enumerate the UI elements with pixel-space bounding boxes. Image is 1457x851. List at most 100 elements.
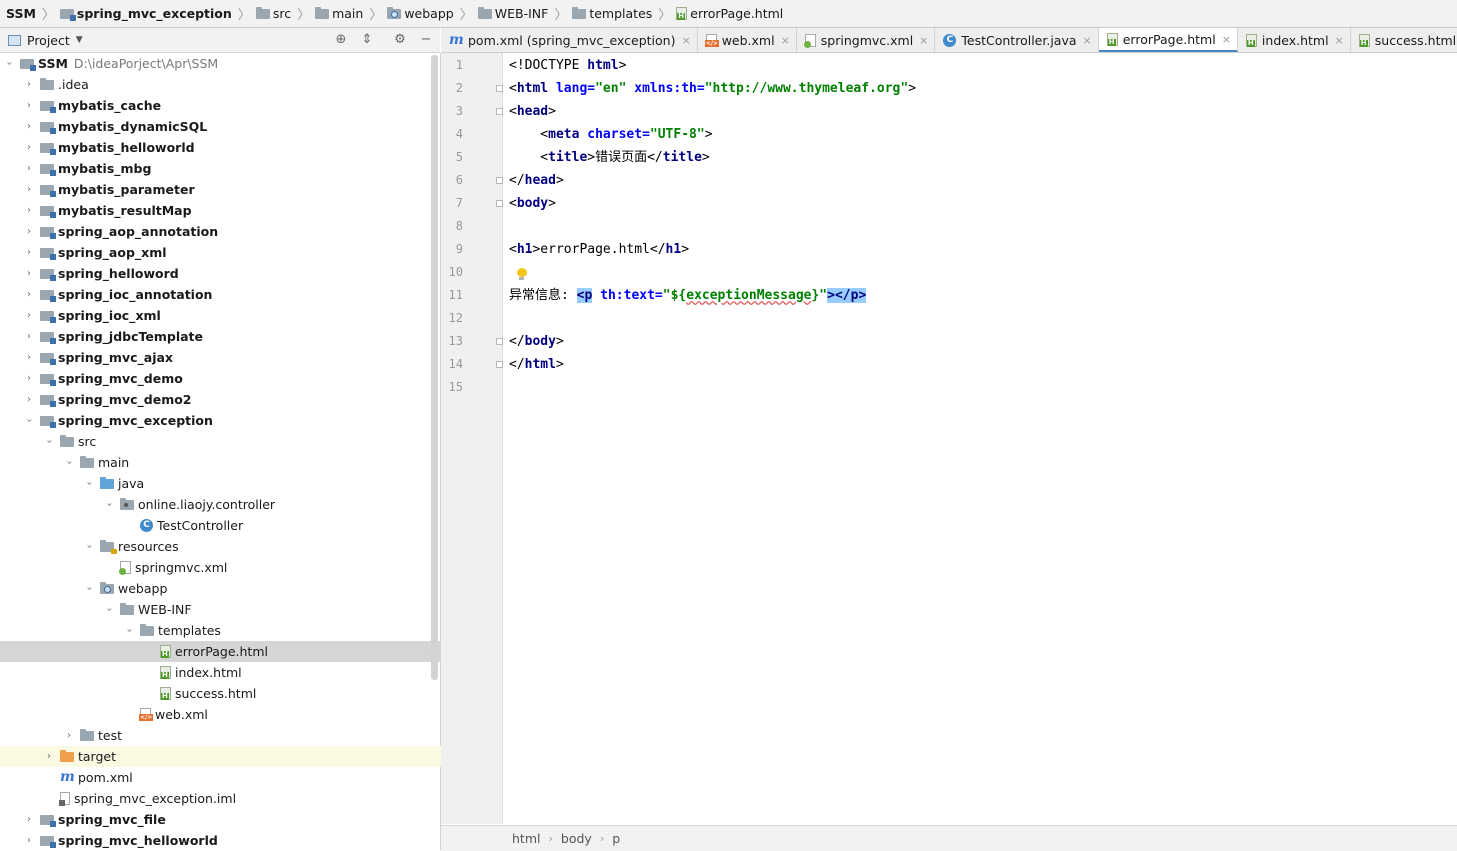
locate-icon[interactable]: ⊕ <box>333 32 349 48</box>
editor-tab[interactable]: web.xml × <box>698 28 797 52</box>
code-token: > <box>701 150 710 165</box>
chevron-down-icon[interactable]: › <box>64 458 75 468</box>
chevron-right-icon[interactable]: › <box>24 835 34 846</box>
tree-item[interactable]: › mybatis_cache <box>0 95 454 116</box>
fold-marker-icon[interactable] <box>496 85 503 92</box>
tree-item[interactable]: › test <box>0 725 494 746</box>
chevron-right-icon[interactable]: › <box>24 247 34 258</box>
chevron-down-icon[interactable]: › <box>24 416 35 426</box>
fold-marker-icon[interactable] <box>496 108 503 115</box>
tree-item[interactable]: › spring_aop_xml <box>0 242 454 263</box>
chevron-right-icon[interactable]: › <box>24 352 34 363</box>
tree-item[interactable]: › mybatis_dynamicSQL <box>0 116 454 137</box>
nav-crumb[interactable]: SSM <box>0 0 40 27</box>
nav-crumb[interactable]: templates <box>569 0 656 27</box>
chevron-right-icon[interactable]: › <box>24 814 34 825</box>
tree-item[interactable]: m pom.xml <box>0 767 474 788</box>
chevron-down-icon[interactable]: › <box>104 500 115 510</box>
tree-item[interactable]: › SSM D:\ideaPorject\Apr\SSM <box>0 53 434 74</box>
chevron-down-icon[interactable]: › <box>124 626 135 636</box>
breadcrumb-item[interactable]: body <box>557 831 596 846</box>
chevron-right-icon[interactable]: › <box>24 394 34 405</box>
chevron-right-icon[interactable]: › <box>24 184 34 195</box>
tree-item[interactable]: › spring_mvc_exception <box>0 410 454 431</box>
chevron-down-icon[interactable]: › <box>84 584 95 594</box>
code-editor[interactable]: <!DOCTYPE html> <html lang="en" xmlns:th=… <box>503 53 1457 824</box>
tree-item[interactable]: › mybatis_mbg <box>0 158 454 179</box>
minimize-icon[interactable]: − <box>418 32 434 48</box>
tree-item[interactable]: › spring_mvc_demo <box>0 368 454 389</box>
nav-crumb[interactable]: webapp <box>384 0 457 27</box>
chevron-right-icon[interactable]: › <box>24 268 34 279</box>
fold-marker-icon[interactable] <box>496 361 503 368</box>
fold-marker-icon[interactable] <box>496 177 503 184</box>
gear-icon[interactable]: ⚙ <box>392 32 408 48</box>
chevron-right-icon[interactable]: › <box>24 226 34 237</box>
tree-item[interactable]: › mybatis_resultMap <box>0 200 454 221</box>
lightbulb-icon[interactable] <box>517 268 527 281</box>
code-token: > <box>681 242 690 257</box>
chevron-right-icon[interactable]: › <box>24 331 34 342</box>
project-view-selector[interactable]: Project ▼ <box>8 33 83 48</box>
tree-item[interactable]: › spring_aop_annotation <box>0 221 454 242</box>
project-tree-scrollbar[interactable] <box>431 55 438 680</box>
module-folder-icon <box>40 100 56 113</box>
chevron-right-icon[interactable]: › <box>64 730 74 741</box>
tree-item[interactable]: › src <box>0 431 474 452</box>
chevron-right-icon[interactable]: › <box>44 751 54 762</box>
tree-item[interactable]: › spring_ioc_annotation <box>0 284 454 305</box>
tree-item[interactable]: › mybatis_parameter <box>0 179 454 200</box>
chevron-down-icon[interactable]: › <box>4 59 15 69</box>
tree-item[interactable]: › spring_mvc_demo2 <box>0 389 454 410</box>
tree-item[interactable]: › spring_ioc_xml <box>0 305 454 326</box>
tree-item[interactable]: spring_mvc_exception.iml <box>0 788 474 809</box>
tree-item[interactable]: › spring_mvc_file <box>0 809 454 830</box>
tree-item[interactable]: › .idea <box>0 74 454 95</box>
editor-tab[interactable]: m pom.xml (spring_mvc_exception) × <box>441 28 698 52</box>
close-icon[interactable]: × <box>1335 34 1344 47</box>
tree-item[interactable]: › spring_jdbcTemplate <box>0 326 454 347</box>
fold-marker-icon[interactable] <box>496 338 503 345</box>
nav-crumb[interactable]: spring_mvc_exception <box>57 0 236 27</box>
breadcrumb-item[interactable]: p <box>608 831 624 846</box>
editor-tab[interactable]: success.html× <box>1351 28 1457 52</box>
fold-marker-icon[interactable] <box>496 200 503 207</box>
chevron-down-icon[interactable]: › <box>104 605 115 615</box>
close-icon[interactable]: × <box>781 34 790 47</box>
chevron-down-icon[interactable]: › <box>84 479 95 489</box>
chevron-right-icon[interactable]: › <box>24 205 34 216</box>
tree-item-label: mybatis_mbg <box>58 161 152 176</box>
chevron-right-icon[interactable]: › <box>24 142 34 153</box>
xml-file-icon <box>704 33 719 47</box>
chevron-right-icon[interactable]: › <box>24 100 34 111</box>
chevron-right-icon[interactable]: › <box>24 310 34 321</box>
nav-crumb[interactable]: main <box>312 0 367 27</box>
nav-crumb[interactable]: src <box>253 0 295 27</box>
chevron-down-icon[interactable]: › <box>84 542 95 552</box>
nav-crumb[interactable]: errorPage.html <box>673 0 787 27</box>
tree-item[interactable]: › spring_helloword <box>0 263 454 284</box>
tree-item[interactable]: › target <box>0 746 484 767</box>
tree-item[interactable]: › spring_mvc_ajax <box>0 347 454 368</box>
chevron-down-icon[interactable]: › <box>44 437 55 447</box>
tree-item[interactable]: › spring_mvc_helloworld <box>0 830 454 851</box>
close-icon[interactable]: × <box>1222 33 1231 46</box>
tree-item[interactable]: › mybatis_helloworld <box>0 137 454 158</box>
close-icon[interactable]: × <box>919 34 928 47</box>
chevron-right-icon[interactable]: › <box>24 121 34 132</box>
chevron-right-icon[interactable]: › <box>24 373 34 384</box>
chevron-right-icon[interactable]: › <box>24 289 34 300</box>
chevron-right-icon[interactable]: › <box>24 79 34 90</box>
chevron-right-icon[interactable]: › <box>24 163 34 174</box>
collapse-icon[interactable]: ⇕ <box>359 32 375 48</box>
tree-item[interactable]: › main <box>0 452 494 473</box>
close-icon[interactable]: × <box>1083 34 1092 47</box>
editor-tab[interactable]: springmvc.xml × <box>797 28 936 52</box>
editor-tab[interactable]: index.html × <box>1238 28 1351 52</box>
breadcrumb-item[interactable]: html <box>508 831 544 846</box>
code-token: 异常信息: <box>509 288 577 303</box>
close-icon[interactable]: × <box>681 34 690 47</box>
editor-tab[interactable]: C TestController.java × <box>935 28 1099 52</box>
nav-crumb[interactable]: WEB-INF <box>475 0 553 27</box>
editor-tab[interactable]: errorPage.html × <box>1098 28 1238 52</box>
